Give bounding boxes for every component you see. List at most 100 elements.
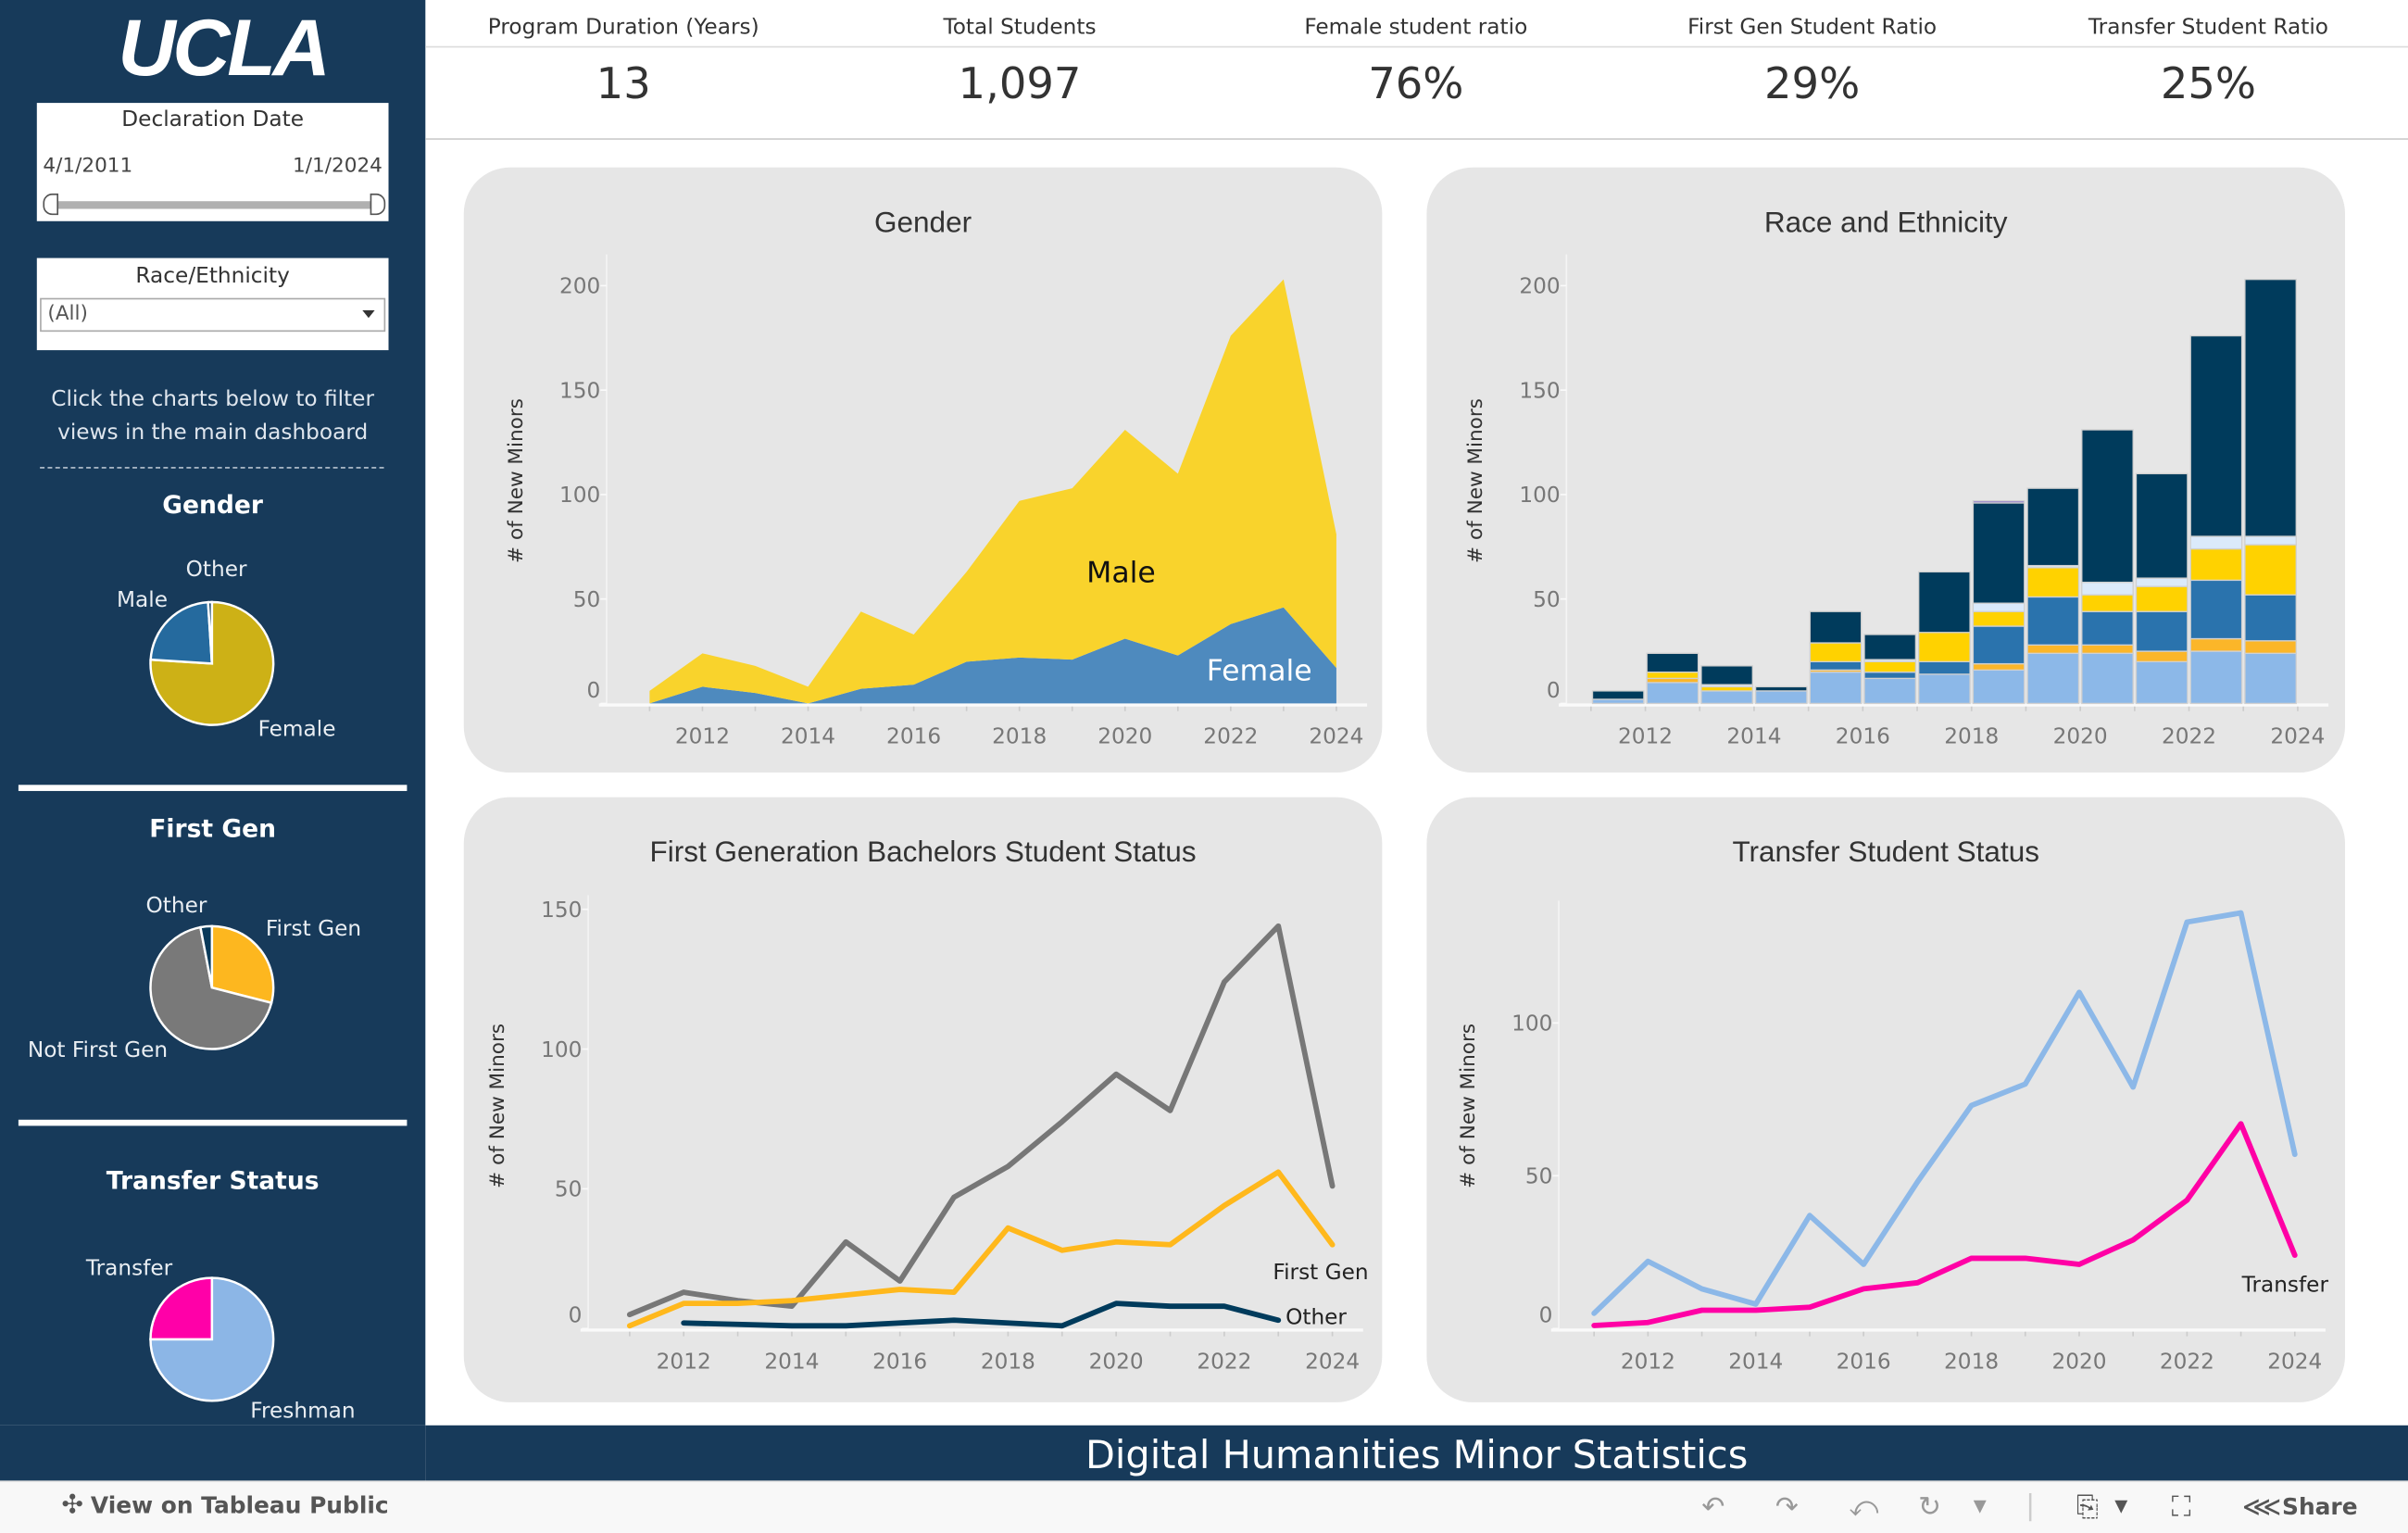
fullscreen-icon[interactable]: ⛶ [2172,1491,2191,1524]
bar-segment[interactable] [2026,652,2080,705]
bar-segment[interactable] [1972,500,2025,504]
bar-segment[interactable] [1863,634,1917,660]
bar-segment[interactable] [1646,677,1699,684]
bar-segment[interactable] [1918,571,1971,634]
redo-icon[interactable]: ↷ [1775,1491,1799,1524]
date-range-slider[interactable] [49,201,377,209]
bar-segment[interactable] [1809,610,1862,644]
footer-left [0,1425,426,1481]
bar-segment[interactable] [1646,671,1699,680]
revert-icon[interactable]: ⤺ [1849,1491,1878,1524]
bar-segment[interactable] [2189,535,2243,550]
line-transfer[interactable] [1591,1121,2298,1328]
bar-segment[interactable] [2135,585,2189,612]
bar-segment[interactable] [2081,594,2134,612]
bar-segment[interactable] [1754,685,1808,692]
start-handle[interactable] [43,193,59,216]
kpi-value: 29% [1764,58,1861,109]
bar-segment[interactable] [1809,660,1862,672]
bar-segment[interactable] [1591,698,1645,705]
share-icon[interactable]: ⋘ [2242,1491,2281,1524]
transfer-pie[interactable] [0,1260,425,1428]
bar-segment[interactable] [1918,632,1971,662]
bar-segment[interactable] [2081,581,2134,596]
pie-label-transfer: Transfer [85,1256,173,1281]
bar-segment[interactable] [2189,547,2243,582]
bar-segment[interactable] [2244,652,2297,705]
bar-segment[interactable] [2244,535,2297,546]
bar-segment[interactable] [1700,685,1753,692]
bar-segment[interactable] [1863,660,1917,673]
bar-segment[interactable] [1591,690,1645,700]
bar-segment[interactable] [1646,652,1699,673]
caret-down-icon[interactable]: ▼ [2114,1496,2127,1516]
refresh-icon[interactable]: ↻ [1918,1491,1941,1524]
bar-segment[interactable] [1754,690,1808,705]
x-tick-label: 2022 [1197,1349,1251,1374]
bar-segment[interactable] [2189,637,2243,652]
bar-segment[interactable] [2244,278,2297,537]
race-ethnicity-select[interactable]: (All) [40,297,386,333]
bar-segment[interactable] [1700,690,1753,705]
bar-segment[interactable] [1918,673,1971,705]
bar-segment[interactable] [2135,660,2189,705]
share-button[interactable]: Share [2282,1493,2358,1521]
bar-segment[interactable] [1972,625,2025,665]
bar-segment[interactable] [1972,669,2025,705]
bar-segment[interactable] [2081,610,2134,646]
x-tick-label: 2014 [764,1349,819,1374]
race-ethnicity-filter: Race/Ethnicity (All) [36,258,389,351]
bar-segment[interactable] [1972,602,2025,612]
bar-segment[interactable] [1972,662,2025,672]
bar-segment[interactable] [2244,640,2297,654]
bar-segment[interactable] [2026,487,2080,567]
firstgen-chart-card[interactable]: First Generation Bachelors Student Statu… [463,797,1383,1402]
gender-pie[interactable] [0,584,425,752]
bar-segment[interactable] [1918,660,1971,675]
transfer-chart-card[interactable]: Transfer Student Status # of New Minors 0 5… [1426,797,2346,1402]
download-icon[interactable]: ⎘ [2076,1491,2099,1524]
bar-segment[interactable] [2026,596,2080,646]
line-first-gen[interactable] [626,1169,1336,1329]
caret-down-icon[interactable]: ▼ [1974,1496,1987,1516]
bar-segment[interactable] [2244,544,2297,596]
view-on-tableau-link[interactable]: ✣ View on Tableau Public [61,1489,388,1520]
bar-segment[interactable] [2244,594,2297,642]
bar-segment[interactable] [1646,682,1699,705]
transfer-line-chart[interactable]: Transfer Student Status # of New Minors 0 5… [1426,798,2345,1402]
bar-segment[interactable] [2189,334,2243,537]
bar-segment[interactable] [2189,579,2243,640]
race-bar-chart[interactable]: Race and Ethnicity # of New Minors 0 50 100 1… [1426,168,2345,773]
series-label: Transfer [2241,1273,2329,1298]
pie-slice-transfer[interactable] [149,1276,214,1341]
bar-segment[interactable] [1972,610,2025,627]
bar-segment[interactable] [1809,671,1862,705]
x-tick-label: 2024 [2270,724,2325,749]
line-series-0[interactable] [1591,910,2298,1316]
bar-segment[interactable] [1972,502,2025,604]
bar-segment[interactable] [2081,652,2134,705]
bar-segment[interactable] [2081,644,2134,654]
bar-segment[interactable] [1809,642,1862,662]
bar-segment[interactable] [2026,644,2080,654]
bar-segment[interactable] [2189,650,2243,705]
bar-segment[interactable] [2081,429,2134,584]
race-chart-card[interactable]: Race and Ethnicity # of New Minors 0 50 100 1… [1426,167,2346,773]
y-tick-label: 0 [1547,678,1561,703]
bar-segment[interactable] [2135,650,2189,662]
bar-segment[interactable] [2135,472,2189,579]
undo-icon[interactable]: ↶ [1701,1491,1724,1524]
bar-segment[interactable] [1863,677,1917,705]
bar-segment[interactable] [2135,610,2189,652]
gender-chart-card[interactable]: Gender # of New Minors 0 50 100 150 200 2012 201… [463,167,1383,773]
firstgen-line-chart[interactable]: First Generation Bachelors Student Statu… [464,798,1383,1402]
end-handle[interactable] [370,193,386,216]
bar-segment[interactable] [2026,567,2080,598]
bar-segment[interactable] [1700,665,1753,685]
bar-segment[interactable] [2135,577,2189,587]
gender-area-chart[interactable]: Gender # of New Minors 0 50 100 150 200 2012 201… [464,168,1383,773]
bar-segment[interactable] [1863,671,1917,680]
kpi-program-duration: Program Duration (Years) 13 [425,0,821,109]
y-tick-label: 150 [541,898,582,923]
gender-pie-title: Gender [162,489,264,520]
